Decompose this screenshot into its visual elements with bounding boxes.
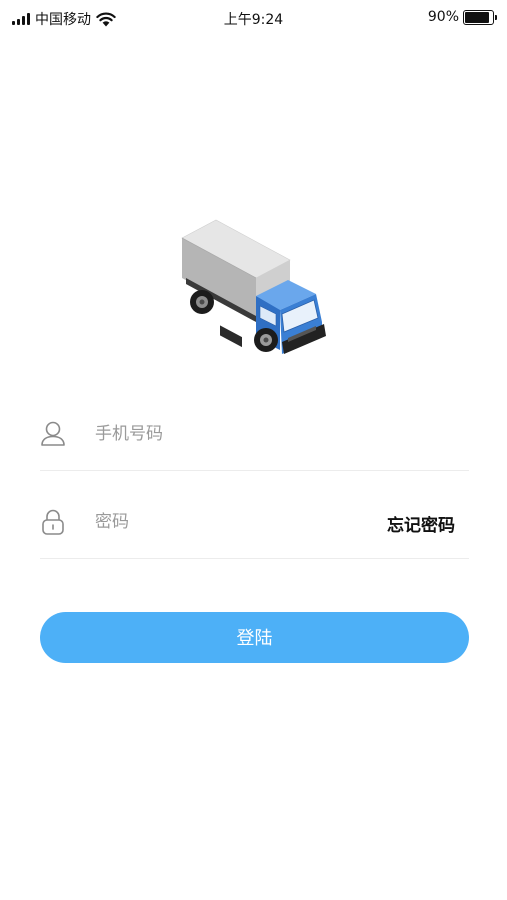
- battery-percent: 90%: [427, 9, 459, 25]
- password-input[interactable]: [95, 508, 375, 536]
- forgot-password-link[interactable]: 忘记密码: [387, 511, 455, 536]
- password-row: 忘记密码: [40, 486, 469, 559]
- user-icon: [41, 421, 65, 446]
- status-right: 90%: [428, 9, 497, 25]
- truck-illustration: [181, 219, 326, 354]
- phone-row: [40, 398, 469, 471]
- rear-wheel: [190, 290, 214, 314]
- phone-input[interactable]: [95, 420, 375, 448]
- battery-fill: [465, 11, 490, 23]
- lock-icon: [42, 509, 64, 535]
- front-wheel: [254, 328, 278, 352]
- battery-icon: [463, 9, 497, 25]
- status-bar: 中国移动 上午9:24 90%: [0, 0, 507, 36]
- login-button[interactable]: 登陆: [40, 612, 469, 663]
